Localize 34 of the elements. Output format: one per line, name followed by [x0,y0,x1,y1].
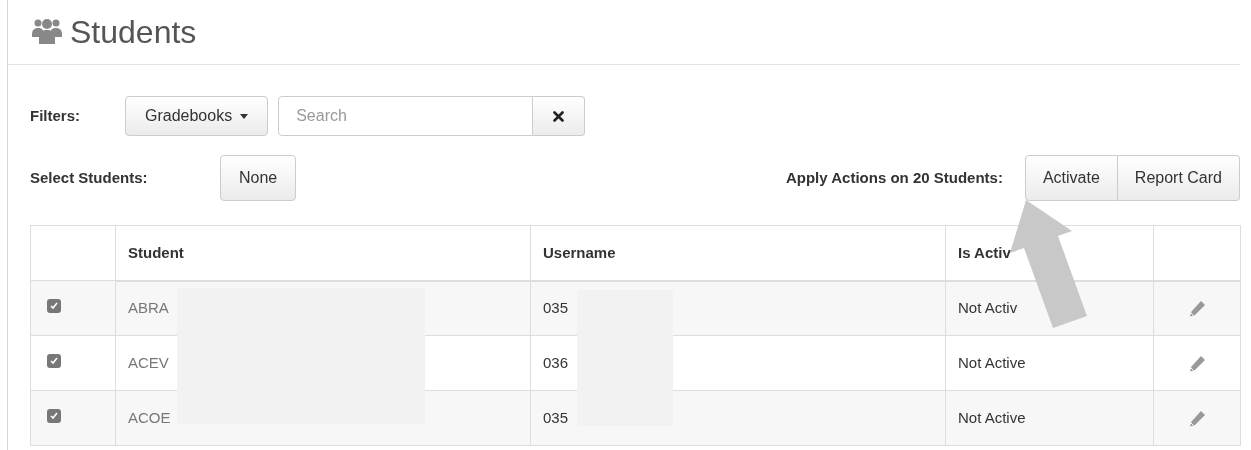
status-cell: Not Activ [958,299,1018,316]
student-name: ABRA [128,299,169,316]
select-students-label: Select Students: [30,167,149,188]
status-cell: Not Active [958,408,1026,426]
username-cell: 035 [543,299,569,316]
pencil-icon[interactable] [1188,354,1206,373]
close-icon [553,110,565,122]
filters-label: Filters: [30,105,81,126]
gradebooks-dropdown[interactable]: Gradebooks [125,96,269,136]
username-cell: 036 [543,353,569,371]
checkbox[interactable] [47,354,61,368]
status-cell: Not Active [958,353,1026,371]
check-icon [49,356,59,366]
check-icon [49,411,59,421]
clear-button[interactable] [533,96,586,136]
check-icon [49,301,59,311]
username-cell: 035 [543,408,569,426]
pencil-icon[interactable] [1188,300,1206,319]
column-header: Student [128,243,184,261]
student-name: ACEV [128,353,169,371]
page-title: Students [70,16,197,48]
column-header: Username [543,243,616,261]
pencil-icon[interactable] [1188,409,1206,428]
apply-actions-label: Apply Actions on 20 Students: [785,167,1003,188]
caret-icon [240,113,249,119]
column-header: Is Activ [958,243,1011,261]
action-button[interactable]: Report Card [1117,155,1240,201]
users-icon [32,18,62,44]
action-button[interactable]: Activate [1024,155,1118,201]
search-field[interactable]: Search [278,96,534,136]
none-button[interactable]: None [220,155,297,201]
checkbox[interactable] [47,299,61,313]
checkbox[interactable] [47,409,61,423]
student-name: ACOE [128,408,171,426]
